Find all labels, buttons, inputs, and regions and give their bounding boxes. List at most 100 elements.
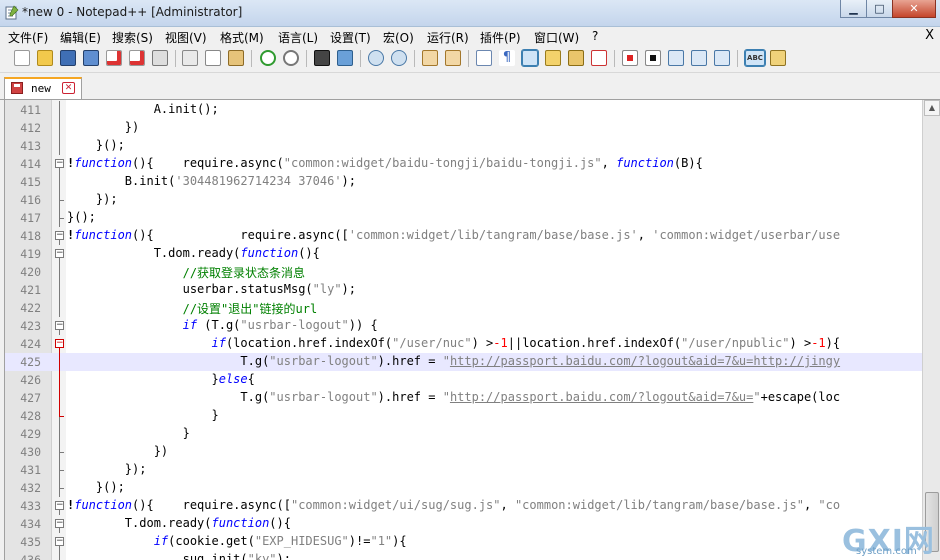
code-editor[interactable]: 411 A.init(); 412 }) 413 }(); 414− !function… — [4, 100, 923, 560]
open-file-icon[interactable] — [37, 50, 53, 66]
scroll-up-icon[interactable]: ▲ — [924, 100, 940, 116]
play-macro-icon[interactable] — [668, 50, 684, 66]
menu-search[interactable]: 搜索(S) — [112, 29, 153, 46]
code-line[interactable]: 417}(); — [5, 209, 923, 227]
fold-guide — [59, 299, 60, 317]
fold-guide — [59, 137, 60, 155]
undo-icon[interactable] — [260, 50, 276, 66]
close-document-button[interactable]: X — [925, 28, 934, 43]
code-line[interactable]: 420 //获取登录状态条消息 — [5, 263, 923, 281]
code-line[interactable]: 431 }); — [5, 461, 923, 479]
fold-guide — [59, 389, 60, 407]
code-line[interactable]: 421 userbar.statusMsg("ly"); — [5, 281, 923, 299]
fold-toggle-icon[interactable]: − — [55, 537, 64, 546]
fold-toggle-icon[interactable]: − — [55, 231, 64, 240]
fold-toggle-icon[interactable]: − — [55, 159, 64, 168]
code-line[interactable]: 422 //设置"退出"链接的url — [5, 299, 923, 317]
indent-guide-icon[interactable] — [521, 49, 539, 67]
function-list-icon[interactable] — [591, 50, 607, 66]
code-text: A.init(); — [67, 102, 219, 116]
sync-vertical-icon[interactable] — [422, 50, 438, 66]
word-wrap-icon[interactable] — [476, 50, 492, 66]
run-macro-multiple-icon[interactable] — [691, 50, 707, 66]
toolbar-separator — [414, 50, 415, 67]
site-watermark: GXI网 system.com — [838, 518, 940, 560]
menu-settings[interactable]: 设置(T) — [330, 29, 371, 46]
menu-file[interactable]: 文件(F) — [8, 29, 48, 46]
code-line[interactable]: 432 }(); — [5, 479, 923, 497]
code-line[interactable]: 425 T.g("usrbar-logout").href = "http://… — [5, 353, 923, 371]
menu-plugins[interactable]: 插件(P) — [480, 29, 521, 46]
fold-toggle-icon[interactable]: − — [55, 321, 64, 330]
menu-language[interactable]: 语言(L) — [278, 29, 318, 46]
cut-icon[interactable] — [182, 50, 198, 66]
zoom-out-icon[interactable] — [391, 50, 407, 66]
close-window-button[interactable]: ✕ — [892, 0, 936, 18]
paste-icon[interactable] — [228, 50, 244, 66]
code-line[interactable]: 413 }(); — [5, 137, 923, 155]
maximize-button[interactable]: □ — [866, 0, 892, 18]
menu-format[interactable]: 格式(M) — [220, 29, 264, 46]
save-all-icon[interactable] — [83, 50, 99, 66]
code-line[interactable]: 428 } — [5, 407, 923, 425]
spellcheck-icon[interactable]: ABC — [744, 49, 766, 67]
stop-macro-icon[interactable] — [645, 50, 661, 66]
code-line[interactable]: 435 − if(cookie.get("EXP_HIDESUG")!="1"){ — [5, 533, 923, 551]
title-bar: *new 0 - Notepad++ [Administrator] ▁ □ ✕ — [0, 0, 940, 27]
tab-close-icon[interactable]: ✕ — [62, 82, 75, 94]
code-line[interactable]: 436 sug.init("ky"); — [5, 551, 923, 560]
code-line[interactable]: 414 − !function(){ require.async("common:w… — [5, 155, 923, 173]
code-line[interactable]: 434 − T.dom.ready(function(){ — [5, 515, 923, 533]
zoom-in-icon[interactable] — [368, 50, 384, 66]
fold-guide — [59, 173, 60, 191]
code-line[interactable]: 412 }) — [5, 119, 923, 137]
notepad-app-icon — [5, 5, 19, 20]
menu-run[interactable]: 运行(R) — [427, 29, 469, 46]
doc-switcher-icon[interactable] — [770, 50, 786, 66]
fold-toggle-icon[interactable]: − — [55, 249, 64, 258]
code-line[interactable]: 426 }else{ — [5, 371, 923, 389]
line-number: 423 — [20, 319, 41, 333]
code-line[interactable]: 418 − !function(){ require.async(['common:… — [5, 227, 923, 245]
copy-icon[interactable] — [205, 50, 221, 66]
fold-toggle-icon[interactable]: − — [55, 339, 64, 348]
save-macro-icon[interactable] — [714, 50, 730, 66]
code-line[interactable]: 424 − if(location.href.indexOf("/user/nuc… — [5, 335, 923, 353]
menu-macro[interactable]: 宏(O) — [383, 29, 414, 46]
code-line[interactable]: 415 B.init('304481962714234 37046'); — [5, 173, 923, 191]
vertical-scrollbar[interactable]: ▲ — [922, 100, 940, 560]
user-lang-icon[interactable] — [545, 50, 561, 66]
replace-icon[interactable] — [337, 50, 353, 66]
menu-edit[interactable]: 编辑(E) — [60, 29, 101, 46]
doc-map-icon[interactable] — [568, 50, 584, 66]
menu-help[interactable]: ? — [592, 29, 598, 43]
sync-horizontal-icon[interactable] — [445, 50, 461, 66]
menu-window[interactable]: 窗口(W) — [534, 29, 579, 46]
code-line[interactable]: 416 }); — [5, 191, 923, 209]
redo-icon[interactable] — [283, 50, 299, 66]
line-number: 418 — [20, 229, 41, 243]
menu-view[interactable]: 视图(V) — [165, 29, 207, 46]
close-icon[interactable] — [106, 50, 122, 66]
code-line[interactable]: 427 T.g("usrbar-logout").href = "http://… — [5, 389, 923, 407]
show-all-chars-icon[interactable]: ¶ — [499, 50, 515, 66]
code-line[interactable]: 429 } — [5, 425, 923, 443]
new-file-icon[interactable] — [14, 50, 30, 66]
tab-new[interactable]: new ✕ — [4, 77, 82, 99]
record-macro-icon[interactable] — [622, 50, 638, 66]
code-line[interactable]: 419 − T.dom.ready(function(){ — [5, 245, 923, 263]
close-all-icon[interactable] — [129, 50, 145, 66]
toolbar-separator — [360, 50, 361, 67]
code-line[interactable]: 423 − if (T.g("usrbar-logout")) { — [5, 317, 923, 335]
fold-guide — [59, 551, 60, 560]
line-number: 416 — [20, 193, 41, 207]
fold-toggle-icon[interactable]: − — [55, 501, 64, 510]
minimize-button[interactable]: ▁ — [840, 0, 866, 18]
fold-toggle-icon[interactable]: − — [55, 519, 64, 528]
save-icon[interactable] — [60, 50, 76, 66]
code-line[interactable]: 430 }) — [5, 443, 923, 461]
find-icon[interactable] — [314, 50, 330, 66]
code-line[interactable]: 411 A.init(); — [5, 101, 923, 119]
print-icon[interactable] — [152, 50, 168, 66]
code-line[interactable]: 433 − !function(){ require.async(["common:… — [5, 497, 923, 515]
